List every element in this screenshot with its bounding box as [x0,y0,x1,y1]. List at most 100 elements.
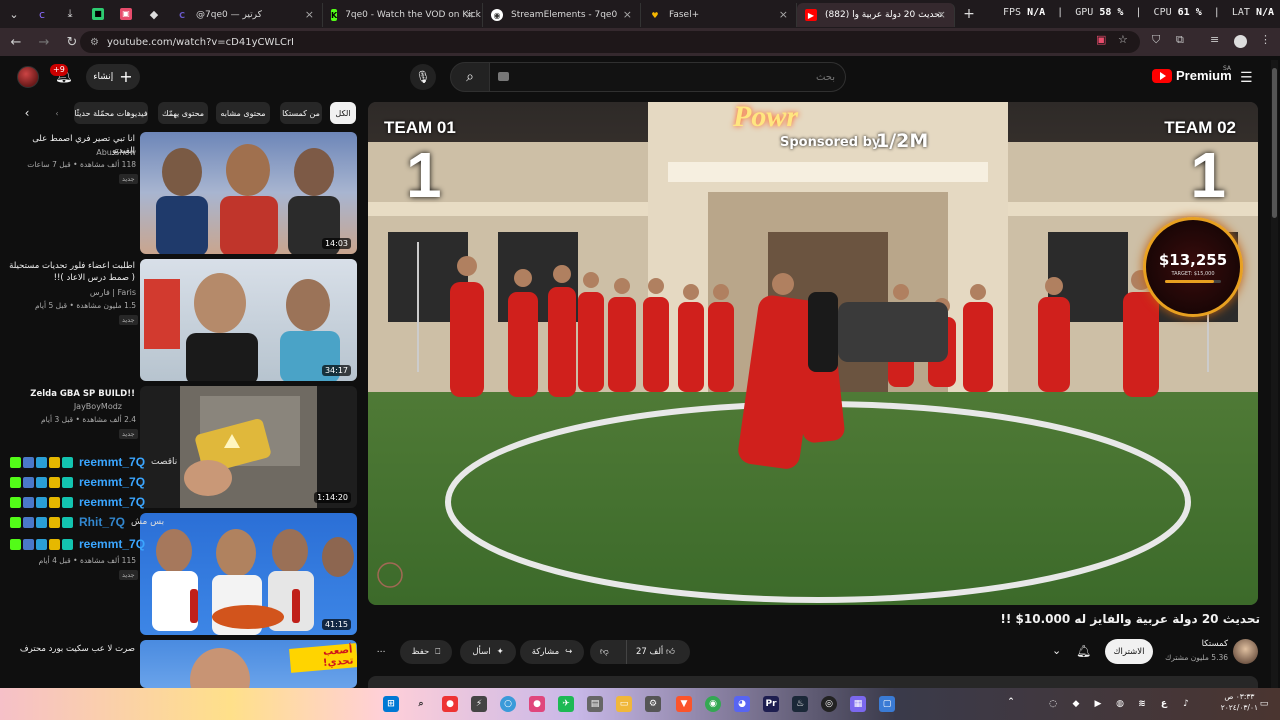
profile-avatar-icon[interactable] [1234,35,1247,48]
tab-close-icon[interactable]: × [937,8,946,21]
chip-recently-uploaded[interactable]: فيديوهات محمّلة حديثًا [74,102,148,124]
new-tab-button[interactable]: + [955,0,983,28]
share-button[interactable]: مشاركة ↪ [520,640,584,664]
obs-icon[interactable]: ◎ [821,696,837,712]
chip-for-you[interactable]: محتوى يهمّك [158,102,208,124]
page-scrollbar-track[interactable] [1271,60,1278,688]
video-player[interactable]: TEAM 01 TEAM 02 1 1 Powr Sponsored by 1/… [368,102,1258,605]
taskbar-app-icon[interactable]: ✈ [558,696,574,712]
subscription-bell-icon[interactable]: 🔔︎ [1076,644,1091,658]
pinned-tab-1[interactable]: c [28,0,56,28]
tray-app-icon[interactable]: ▶ [1090,696,1106,712]
back-arrow-icon[interactable]: ← [4,30,28,54]
chat-username[interactable]: reemmt_7Q [79,475,145,489]
description-box[interactable] [368,676,1258,688]
file-explorer-icon[interactable]: ▭ [616,696,632,712]
chip-related[interactable]: محتوى مشابه [216,102,270,124]
tray-app-icon[interactable]: ◍ [1112,696,1128,712]
like-icon[interactable]: 👍︎ [666,647,675,657]
pinned-tab-4[interactable]: ▣ [112,0,140,28]
guide-menu-icon[interactable]: ☰ [1240,70,1253,86]
chip-all[interactable]: الكل [330,102,356,124]
subscribe-button[interactable]: الاشتراك [1105,639,1153,664]
save-button[interactable]: حفظ ⎕ [400,640,452,664]
search-input[interactable] [490,62,846,92]
video-thumbnail[interactable]: أصعب تحدي! [140,640,357,688]
premiere-icon[interactable]: Pr [763,696,779,712]
notification-center-icon[interactable]: ▭ [1256,696,1272,712]
more-actions-icon[interactable]: ⋯ [372,640,390,664]
chip-from-channel[interactable]: من كمستكا [280,102,322,124]
tray-chevron-up-icon[interactable]: ⌃ [1003,694,1019,710]
taskbar-app-icon[interactable]: ▦ [850,696,866,712]
cast-icon[interactable]: ▣ [1096,33,1106,46]
video-channel[interactable]: JayBoyModz [12,402,122,411]
discord-icon[interactable]: ◕ [734,696,750,712]
tab-close-icon[interactable]: × [623,8,632,21]
channel-avatar[interactable] [1233,639,1258,664]
ask-button[interactable]: اسأل ✦ [460,640,516,664]
chevron-down-icon[interactable]: ⌄ [1052,644,1061,657]
settings-gear-icon[interactable]: ⚙ [645,696,661,712]
browser-tab[interactable]: ♥ Fasel+ × [641,3,797,27]
taskbar-app-icon[interactable]: ● [442,696,458,712]
volume-icon[interactable]: ♪ [1178,696,1194,712]
forward-arrow-icon[interactable]: → [32,30,56,54]
taskbar-app-icon[interactable]: ⚡ [471,696,487,712]
chat-username[interactable]: reemmt_7Q [79,455,145,469]
like-count[interactable]: 27 ألف [636,647,663,657]
chat-username[interactable]: reemmt_7Q [79,537,145,551]
tray-clock[interactable]: ٠٣:٣٣ ص ٢٠٢٤/٠٣/٠١ [1221,691,1258,713]
browser-tab[interactable]: C @7qe0 — كرتير × [168,3,323,27]
video-thumbnail[interactable]: 41:15 [140,513,357,635]
video-title[interactable]: Zelda GBA SP BUILD!! [7,388,135,400]
extensions-icon[interactable]: ⧉ [1176,33,1184,47]
browser-tab[interactable]: ◉ StreamElements - 7qe0 × [483,3,641,27]
site-settings-icon[interactable]: ⚙ [90,37,99,48]
taskbar-app-icon[interactable]: ● [529,696,545,712]
browser-tab[interactable]: K 7qe0 - Watch the VOD on Kick × [323,3,483,27]
dislike-icon[interactable]: 👎︎ [600,647,609,657]
video-thumbnail[interactable]: 1:14:20 [140,386,357,508]
create-button[interactable]: إنشاء + [86,64,140,90]
tab-close-icon[interactable]: × [305,8,314,21]
steam-icon[interactable]: ♨ [792,696,808,712]
tab-list-dropdown-icon[interactable]: ⌄ [0,0,28,28]
channel-name[interactable]: كمستكا [1202,639,1228,649]
voice-search-mic-icon[interactable]: 🎙︎ [410,64,436,90]
tray-app-icon[interactable]: ◌ [1045,696,1061,712]
tray-app-icon[interactable]: ◆ [1068,696,1084,712]
start-menu-icon[interactable]: ⊞ [383,696,399,712]
chevron-left-icon[interactable]: ‹ [18,102,36,124]
taskbar-app-icon[interactable]: ○ [500,696,516,712]
video-title[interactable]: صرت لا عب سكيت بورد محترف [7,643,135,655]
reading-list-icon[interactable]: ≡ [1210,33,1219,46]
pinned-tab-3[interactable]: ■ [84,0,112,28]
pinned-tab-5[interactable]: ◆ [140,0,168,28]
address-bar[interactable]: ⚙ youtube.com/watch?v=cD41yCWLCrI [80,31,1140,53]
language-indicator[interactable]: ع [1156,696,1172,712]
taskbar-app-icon[interactable]: ▢ [879,696,895,712]
video-thumbnail[interactable]: 34:17 [140,259,357,381]
bookmark-star-icon[interactable]: ☆ [1118,33,1128,46]
account-avatar[interactable] [17,66,39,88]
tab-close-icon[interactable]: × [779,8,788,21]
browser-menu-icon[interactable]: ⋮ [1260,33,1271,46]
taskbar-app-icon[interactable]: ▤ [587,696,603,712]
taskbar-search-icon[interactable]: ⌕ [413,696,429,712]
shield-icon[interactable]: ⛉ [1152,33,1160,47]
pinned-tab-2[interactable]: ⤓ [56,0,84,28]
video-thumbnail[interactable]: 14:03 [140,132,357,254]
chrome-icon[interactable]: ◉ [705,696,721,712]
browser-tab-active[interactable]: ▶ (882) تحديث 20 دولة عربية وا × [797,3,955,27]
youtube-premium-logo[interactable]: Premium SA [1152,65,1232,83]
brave-browser-icon[interactable]: ▼ [676,696,692,712]
video-title[interactable]: اطلبت اعضاء فلور تحديات مستحيلة ( صمط در… [7,260,135,284]
chat-username[interactable]: reemmt_7Q [79,495,145,509]
page-scrollbar-thumb[interactable] [1272,68,1277,218]
video-channel[interactable]: فارس | Faris [26,288,136,297]
keyboard-icon[interactable] [498,72,509,81]
search-icon[interactable]: ⌕ [450,62,490,92]
chat-username[interactable]: Rhit_7Q [79,515,125,529]
wifi-icon[interactable]: ≋ [1134,696,1150,712]
